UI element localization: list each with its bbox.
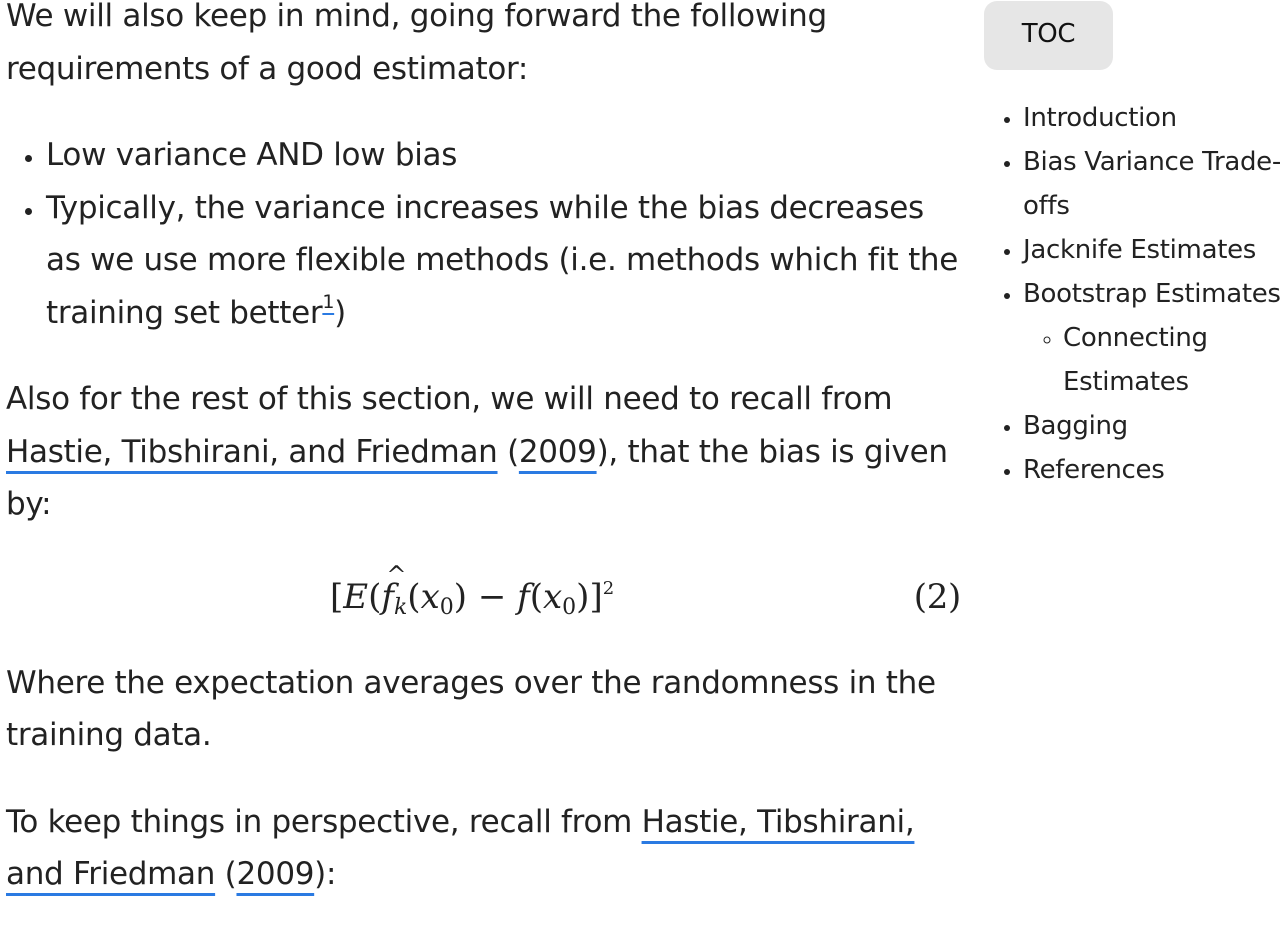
toc-link-connecting-estimates[interactable]: Connecting Estimates [1063,323,1208,397]
paragraph-bias-recall: Also for the rest of this section, we wi… [6,373,961,531]
toc-item-bootstrap: Bootstrap Estimates Connecting Estimates [1023,272,1286,404]
equation-math: [E(fk(x0) − f(x0)]2 [330,549,614,623]
toc-item-connecting-estimates: Connecting Estimates [1063,316,1286,404]
toc-item-jacknife: Jacknife Estimates [1023,228,1286,272]
toc-link-bagging[interactable]: Bagging [1023,411,1128,441]
list-item-variance-bias-tradeoff: Typically, the variance increases while … [46,182,961,340]
toc-link-introduction[interactable]: Introduction [1023,103,1177,133]
paragraph-expectation: Where the expectation averages over the … [6,664,936,754]
bias-equation: [E(fk(x0) − f(x0)]2 (2) [6,549,962,639]
f-hat-symbol: f [381,549,405,623]
list-item-low-variance: Low variance AND low bias [46,129,961,182]
toc-link-bias-variance[interactable]: Bias Variance Trade-offs [1023,147,1281,221]
toc-item-introduction: Introduction [1023,96,1286,140]
para2-paren-open: ( [497,433,519,470]
para2-text-before: Also for the rest of this section, we wi… [6,381,893,417]
citation-link-year[interactable]: 2009 [519,434,597,470]
para4-text-before: To keep things in perspective, recall fr… [6,803,642,840]
article-content: We will also keep in mind, going forward… [6,0,961,935]
list-item-text: Typically, the variance increases while … [46,189,959,331]
toc-sublist: Connecting Estimates [1023,316,1286,404]
citation-link-year[interactable]: 2009 [236,856,314,892]
toc-link-references[interactable]: References [1023,455,1165,485]
toc-list: Introduction Bias Variance Trade-offs Ja… [984,96,1286,492]
paragraph-perspective: To keep things in perspective, recall fr… [6,796,961,901]
close-paren: ) [334,294,346,331]
toc-item-bagging: Bagging [1023,404,1286,448]
para4-paren-open: ( [215,856,237,892]
para4-text-after: ): [314,856,337,892]
equation-number: (2) [913,576,962,617]
paragraph-estimator-requirements: We will also keep in mind, going forward… [6,0,827,87]
toc-item-references: References [1023,448,1286,492]
toc-toggle-button[interactable]: TOC [984,1,1113,70]
toc-link-bootstrap[interactable]: Bootstrap Estimates [1023,279,1281,309]
citation-link-authors[interactable]: Hastie, Tibshirani, and Friedman [6,434,498,470]
toc-item-bias-variance: Bias Variance Trade-offs [1023,140,1286,228]
toc-link-jacknife[interactable]: Jacknife Estimates [1023,235,1256,265]
table-of-contents: TOC Introduction Bias Variance Trade-off… [984,1,1286,492]
footnote-ref-1[interactable]: 1 [322,291,334,313]
requirements-list: Low variance AND low bias Typically, the… [6,129,961,339]
